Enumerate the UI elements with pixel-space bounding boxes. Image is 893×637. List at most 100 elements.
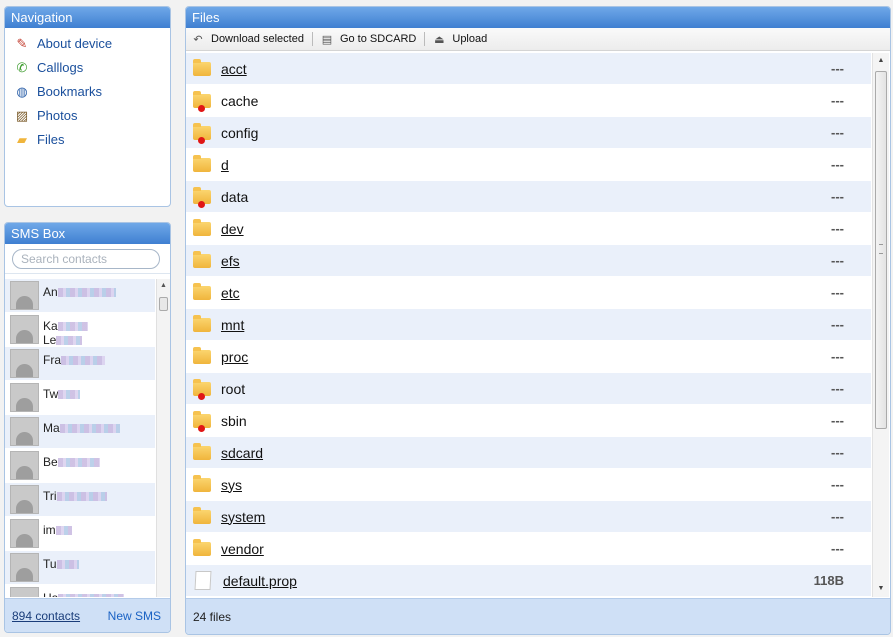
file-size: --- [831,381,844,396]
file-name[interactable]: system [221,509,784,525]
folder-icon [193,506,211,524]
folder-icon [193,154,211,172]
nav-item-photos[interactable]: ▨ Photos [5,104,170,128]
nav-item-label: Calllogs [37,60,84,75]
avatar [10,519,39,548]
android-icon [16,398,33,411]
file-row[interactable]: acct --- [186,53,871,85]
nav-item-about-device[interactable]: ✎ About device [5,32,170,56]
contact-item[interactable]: im [5,517,155,551]
contact-item[interactable]: Ha [5,585,155,597]
folder-icon [193,474,211,492]
file-name[interactable]: sys [221,477,784,493]
download-icon: ↶ [193,33,203,46]
file-name[interactable]: etc [221,285,784,301]
file-name[interactable]: mnt [221,317,784,333]
new-sms-link[interactable]: New SMS [108,609,161,623]
file-row[interactable]: d --- [186,149,871,181]
file-row[interactable]: cache --- [186,85,871,117]
file-row[interactable]: vendor --- [186,533,871,565]
contact-name: Be [43,451,100,469]
files-scrollbar[interactable]: ▲ ▼ [872,53,889,597]
scroll-down-arrow-icon[interactable]: ▼ [873,581,889,597]
avatar [10,349,39,378]
file-row[interactable]: sdcard --- [186,437,871,469]
file-icon [194,571,212,590]
file-row[interactable]: data --- [186,181,871,213]
nav-item-bookmarks[interactable]: ◍ Bookmarks [5,80,170,104]
file-name: config [221,124,259,141]
file-row[interactable]: sys --- [186,469,871,501]
contacts-scrollbar[interactable]: ▲ [156,279,170,597]
files-footer: 24 files [186,598,890,634]
file-name[interactable]: proc [221,349,784,365]
contact-item[interactable]: Tw [5,381,155,415]
navigation-title: Navigation [5,7,170,28]
contact-name-text: Ha [43,591,58,597]
scroll-up-arrow-icon[interactable]: ▲ [873,53,889,69]
file-row[interactable]: mnt --- [186,309,871,341]
redacted-text [56,560,79,570]
file-name[interactable]: d [221,157,784,173]
contact-name-text: Be [43,455,58,469]
file-name: root [221,380,246,397]
file-name[interactable]: efs [221,253,784,269]
files-title: Files [186,7,890,28]
contact-item[interactable]: Tu [5,551,155,585]
scrollbar-thumb[interactable] [159,297,168,311]
file-name: sbin [221,412,247,429]
folder-icon [193,378,211,400]
grip-icon [879,244,883,254]
go-to-sdcard-label: Go to SDCARD [339,33,417,45]
nav-item-calllogs[interactable]: ✆ Calllogs [5,56,170,80]
upload-label: Upload [452,33,488,45]
contact-item[interactable]: Ka Le [5,313,155,347]
avatar [10,281,39,310]
nav-item-files[interactable]: ▰ Files [5,128,170,152]
contact-item[interactable]: Ma [5,415,155,449]
file-size: --- [831,413,844,428]
contact-item[interactable]: Fra [5,347,155,381]
phone-icon: ✆ [16,60,28,75]
contact-name-text: Tri [43,489,57,503]
file-row[interactable]: root --- [186,373,871,405]
contact-item[interactable]: Tri [5,483,155,517]
file-size: --- [831,445,844,460]
file-row[interactable]: efs --- [186,245,871,277]
file-name[interactable]: default.prop [223,573,784,589]
upload-button[interactable]: ⏏ Upload [433,33,495,46]
contact-item[interactable]: An [5,279,155,313]
go-to-sdcard-button[interactable]: ▤ Go to SDCARD [321,33,424,46]
file-row[interactable]: default.prop 118B [186,565,871,597]
android-icon [16,364,33,377]
globe-icon: ◍ [16,84,28,99]
download-selected-button[interactable]: ↶ Download selected [192,33,312,46]
file-name[interactable]: vendor [221,541,784,557]
folder-icon [193,90,211,112]
scrollbar-thumb[interactable] [875,71,887,429]
folder-icon [193,58,211,76]
folder-icon [193,282,211,300]
file-name[interactable]: sdcard [221,445,784,461]
contact-name: Ha [43,587,125,597]
redacted-text [58,390,81,400]
file-row[interactable]: sbin --- [186,405,871,437]
file-size: --- [831,157,844,172]
file-name[interactable]: acct [221,61,784,77]
photo-icon: ▨ [15,108,29,123]
sms-box-title: SMS Box [5,223,170,244]
file-row[interactable]: system --- [186,501,871,533]
contacts-count-link[interactable]: 894 contacts [12,609,80,623]
file-name[interactable]: dev [221,221,784,237]
file-row[interactable]: proc --- [186,341,871,373]
contact-item[interactable]: Be [5,449,155,483]
restricted-badge-icon [198,104,205,112]
search-contacts-input[interactable] [12,249,160,269]
folder-icon [193,442,211,460]
about-device-icon: ✎ [16,36,28,51]
file-row[interactable]: dev --- [186,213,871,245]
file-row[interactable]: config --- [186,117,871,149]
scroll-up-arrow-icon[interactable]: ▲ [157,279,170,292]
contact-name: Ma [43,417,120,435]
file-row[interactable]: etc --- [186,277,871,309]
